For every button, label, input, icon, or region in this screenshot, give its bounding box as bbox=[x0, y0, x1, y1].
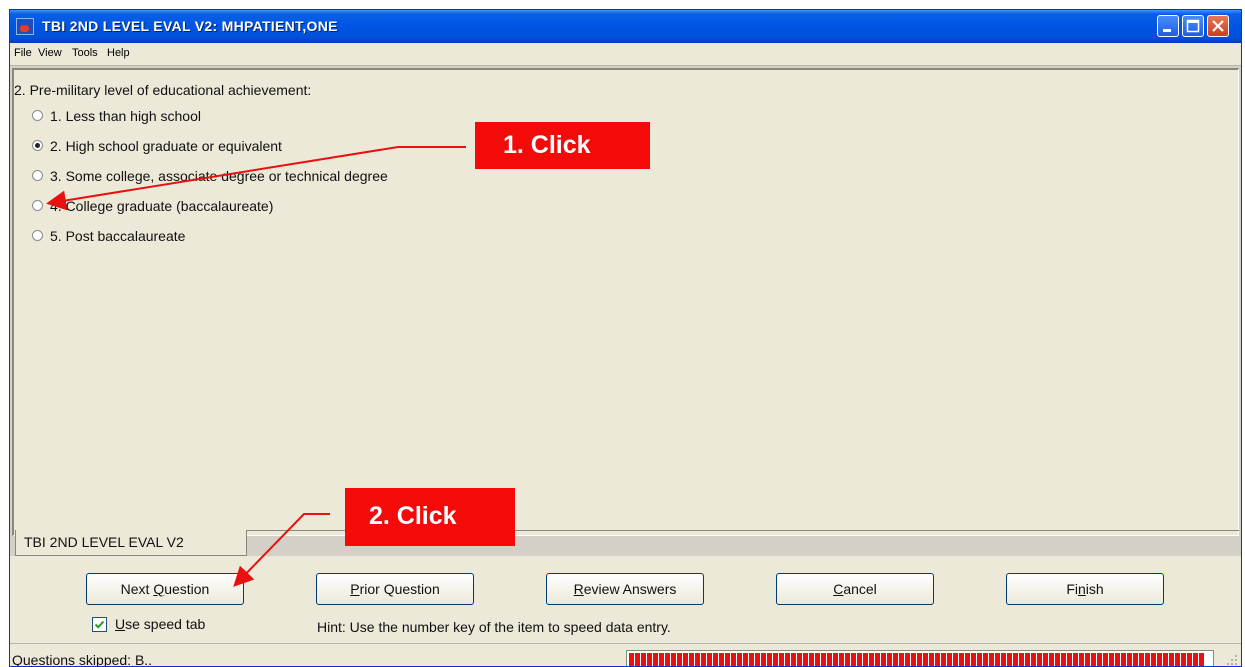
next-question-button[interactable]: Next Question bbox=[86, 573, 244, 605]
app-icon[interactable] bbox=[16, 18, 34, 35]
review-answers-button[interactable]: Review Answers bbox=[546, 573, 704, 605]
option-label: 3. Some college, associate degree or tec… bbox=[50, 168, 388, 184]
radio-button[interactable] bbox=[32, 200, 43, 211]
menu-file[interactable]: File bbox=[14, 47, 32, 59]
resize-grip-icon[interactable] bbox=[1225, 653, 1239, 667]
status-bar: Questions skipped: B.. bbox=[10, 643, 1241, 667]
button-text: ancel bbox=[843, 581, 877, 597]
checkmark-icon bbox=[94, 620, 105, 629]
progress-bar bbox=[626, 650, 1214, 666]
maximize-button[interactable] bbox=[1182, 15, 1204, 37]
close-icon bbox=[1212, 20, 1224, 32]
minimize-icon bbox=[1163, 29, 1171, 32]
option-label: 4. College graduate (baccalaureate) bbox=[50, 198, 274, 214]
menu-bar: File View Tools Help bbox=[10, 43, 1241, 66]
label-text: se speed tab bbox=[125, 616, 206, 632]
button-mnemonic: Q bbox=[153, 581, 165, 597]
close-button[interactable] bbox=[1207, 15, 1229, 37]
button-text: uestion bbox=[164, 581, 210, 597]
button-mnemonic: C bbox=[833, 581, 844, 597]
title-bar[interactable]: TBI 2ND LEVEL EVAL V2: MHPATIENT,ONE bbox=[10, 10, 1241, 43]
radio-button[interactable] bbox=[32, 170, 43, 181]
radio-button[interactable] bbox=[32, 230, 43, 241]
button-text: eview Answers bbox=[583, 581, 677, 597]
option-label: 1. Less than high school bbox=[50, 108, 201, 124]
question-text: 2. Pre-military level of educational ach… bbox=[14, 82, 312, 98]
button-text: Fi bbox=[1066, 581, 1078, 597]
callout-step-2: 2. Click bbox=[345, 488, 515, 546]
menu-help[interactable]: Help bbox=[107, 47, 130, 59]
speed-tab-checkbox[interactable] bbox=[92, 617, 107, 632]
callout-step-1: 1. Click bbox=[475, 122, 650, 169]
cancel-button[interactable]: Cancel bbox=[776, 573, 934, 605]
menu-view[interactable]: View bbox=[38, 47, 62, 59]
status-text: Questions skipped: B.. bbox=[12, 652, 153, 667]
button-mnemonic: R bbox=[573, 581, 584, 597]
application-window: TBI 2ND LEVEL EVAL V2: MHPATIENT,ONE Fil… bbox=[9, 9, 1242, 667]
button-text: rior Question bbox=[359, 581, 440, 597]
minimize-button[interactable] bbox=[1157, 15, 1179, 37]
option-label: 5. Post baccalaureate bbox=[50, 228, 186, 244]
finish-button[interactable]: Finish bbox=[1006, 573, 1164, 605]
button-mnemonic: n bbox=[1077, 581, 1086, 597]
tab-tbi-eval[interactable]: TBI 2ND LEVEL EVAL V2 bbox=[15, 530, 247, 556]
radio-button[interactable] bbox=[32, 110, 43, 121]
radio-button-selected[interactable] bbox=[32, 140, 43, 151]
prior-question-button[interactable]: Prior Question bbox=[316, 573, 474, 605]
hint-text: Hint: Use the number key of the item to … bbox=[317, 619, 671, 635]
button-mnemonic: P bbox=[350, 581, 360, 597]
menu-tools[interactable]: Tools bbox=[72, 47, 98, 59]
window-title: TBI 2ND LEVEL EVAL V2: MHPATIENT,ONE bbox=[42, 18, 338, 34]
progress-fill bbox=[629, 653, 1206, 666]
button-text: ish bbox=[1085, 581, 1104, 597]
label-mnemonic: U bbox=[115, 616, 126, 632]
option-label: 2. High school graduate or equivalent bbox=[50, 138, 282, 154]
maximize-icon bbox=[1186, 19, 1200, 33]
button-text: Next bbox=[120, 581, 154, 597]
speed-tab-label[interactable]: Use speed tab bbox=[115, 616, 205, 632]
